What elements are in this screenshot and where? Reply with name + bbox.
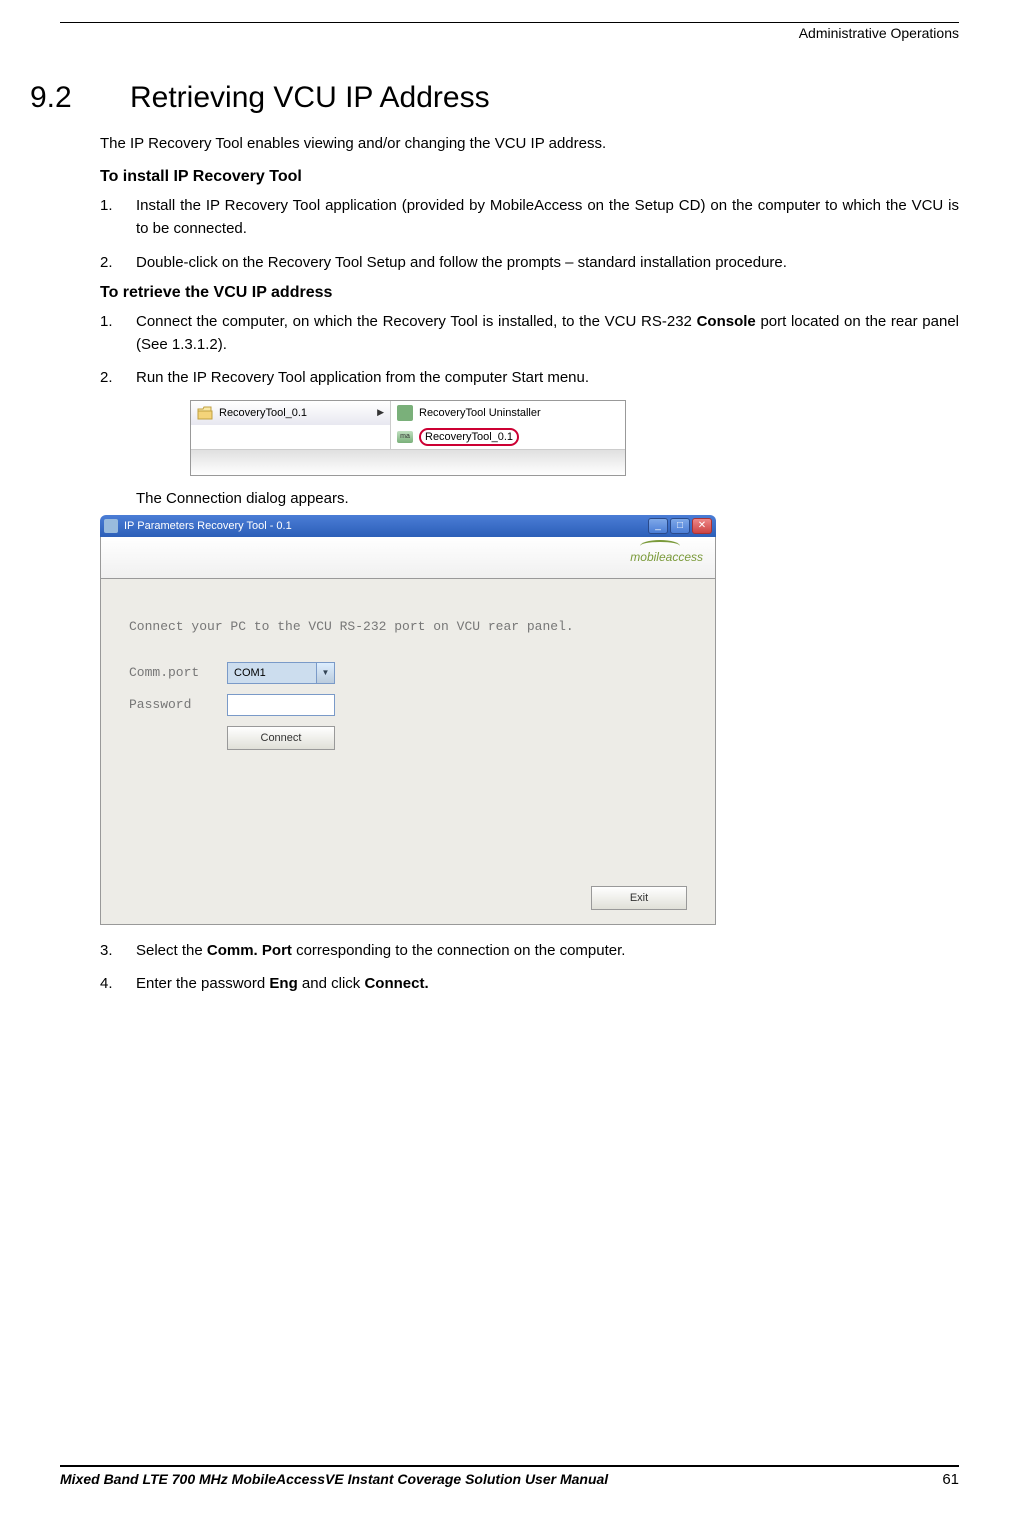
step-number: 4.: [100, 972, 113, 995]
menu-row: RecoveryTool_0.1 ▶ RecoveryTool Uninstal…: [191, 401, 625, 425]
comm-port-label: Comm.port: [129, 665, 227, 680]
submenu-arrow-icon: ▶: [377, 407, 384, 418]
folder-icon: [197, 406, 213, 420]
connect-row: Connect: [129, 726, 687, 750]
step-text-part: and click: [298, 975, 365, 992]
comm-port-select[interactable]: COM1 ▼: [227, 662, 335, 684]
uninstaller-icon: [397, 405, 413, 421]
header-chapter: Administrative Operations: [60, 23, 959, 81]
page-number: 61: [942, 1471, 959, 1488]
screenshot-shadow: [191, 449, 625, 475]
password-input[interactable]: [227, 694, 335, 716]
step-text: Double-click on the Recovery Tool Setup …: [136, 254, 787, 271]
step-text-part: Connect the computer, on which the Recov…: [136, 313, 697, 330]
menu-uninstaller-item[interactable]: RecoveryTool Uninstaller: [391, 401, 625, 425]
window-controls: _ □ ✕: [648, 518, 712, 534]
step-number: 1.: [100, 310, 113, 333]
maximize-button[interactable]: □: [670, 518, 690, 534]
list-item: 1. Connect the computer, on which the Re…: [100, 310, 959, 357]
close-button[interactable]: ✕: [692, 518, 712, 534]
step-text-part: ).: [218, 336, 227, 353]
section-title: Retrieving VCU IP Address: [130, 81, 490, 114]
menu-row: ma RecoveryTool_0.1: [191, 425, 625, 449]
retrieve-steps: 1. Connect the computer, on which the Re…: [100, 310, 959, 390]
list-item: 4. Enter the password Eng and click Conn…: [100, 972, 959, 995]
app-titlebar-icon: [104, 519, 118, 533]
step-bold: Comm. Port: [207, 942, 292, 959]
connection-dialog-screenshot: IP Parameters Recovery Tool - 0.1 _ □ ✕ …: [100, 515, 716, 925]
window-titlebar: IP Parameters Recovery Tool - 0.1 _ □ ✕: [100, 515, 716, 537]
step-number: 3.: [100, 939, 113, 962]
password-label: Password: [129, 697, 227, 712]
dialog-body: Connect your PC to the VCU RS-232 port o…: [100, 579, 716, 925]
connect-button[interactable]: Connect: [227, 726, 335, 750]
list-item: 2. Run the IP Recovery Tool application …: [100, 366, 959, 389]
footer-manual-title: Mixed Band LTE 700 MHz MobileAccessVE In…: [60, 1471, 608, 1488]
step-text: Run the IP Recovery Tool application fro…: [136, 369, 589, 386]
minimize-button[interactable]: _: [648, 518, 668, 534]
step-number: 2.: [100, 366, 113, 389]
menu-folder-item[interactable]: RecoveryTool_0.1 ▶: [191, 401, 391, 425]
menu-item-label: RecoveryTool Uninstaller: [419, 407, 541, 419]
exit-button[interactable]: Exit: [591, 886, 687, 910]
dialog-message: Connect your PC to the VCU RS-232 port o…: [129, 619, 687, 634]
footer-rule: [60, 1465, 959, 1467]
comm-port-value: COM1: [234, 667, 266, 679]
retrieve-heading: To retrieve the VCU IP address: [100, 284, 959, 302]
step-number: 1.: [100, 194, 113, 217]
list-item: 3. Select the Comm. Port corresponding t…: [100, 939, 959, 962]
retrieve-steps-continued: 3. Select the Comm. Port corresponding t…: [100, 939, 959, 996]
step-text-part: Select the: [136, 942, 207, 959]
section-heading: 9.2Retrieving VCU IP Address: [30, 81, 959, 115]
install-heading: To install IP Recovery Tool: [100, 168, 959, 186]
list-item: 2. Double-click on the Recovery Tool Set…: [100, 251, 959, 274]
menu-folder-label: RecoveryTool_0.1: [219, 407, 307, 419]
app-icon: ma: [397, 431, 413, 443]
start-menu-screenshot: RecoveryTool_0.1 ▶ RecoveryTool Uninstal…: [190, 400, 626, 476]
step-number: 2.: [100, 251, 113, 274]
chevron-down-icon: ▼: [316, 663, 334, 683]
mobileaccess-logo: mobileaccess: [630, 550, 703, 564]
cross-ref: 1.3.1.2: [172, 336, 218, 353]
menu-app-item[interactable]: ma RecoveryTool_0.1: [391, 425, 625, 449]
list-item: 1. Install the IP Recovery Tool applicat…: [100, 194, 959, 241]
intro-paragraph: The IP Recovery Tool enables viewing and…: [100, 133, 959, 154]
section-number: 9.2: [30, 81, 130, 115]
dialog-banner: mobileaccess: [100, 537, 716, 579]
step-text: Install the IP Recovery Tool application…: [136, 197, 959, 237]
step-bold: Eng: [269, 975, 297, 992]
footer-row: Mixed Band LTE 700 MHz MobileAccessVE In…: [60, 1471, 959, 1488]
password-row: Password: [129, 694, 687, 716]
window-title: IP Parameters Recovery Tool - 0.1: [124, 520, 648, 532]
install-steps: 1. Install the IP Recovery Tool applicat…: [100, 194, 959, 274]
step-text-part: corresponding to the connection on the c…: [292, 942, 626, 959]
comm-port-row: Comm.port COM1 ▼: [129, 662, 687, 684]
step-text-part: Enter the password: [136, 975, 269, 992]
after-fig-text: The Connection dialog appears.: [136, 490, 959, 507]
menu-blank: [191, 425, 391, 449]
step-bold: Console: [697, 313, 756, 330]
page-footer: Mixed Band LTE 700 MHz MobileAccessVE In…: [60, 1465, 959, 1488]
highlighted-label: RecoveryTool_0.1: [419, 428, 519, 446]
step-bold: Connect.: [364, 975, 428, 992]
